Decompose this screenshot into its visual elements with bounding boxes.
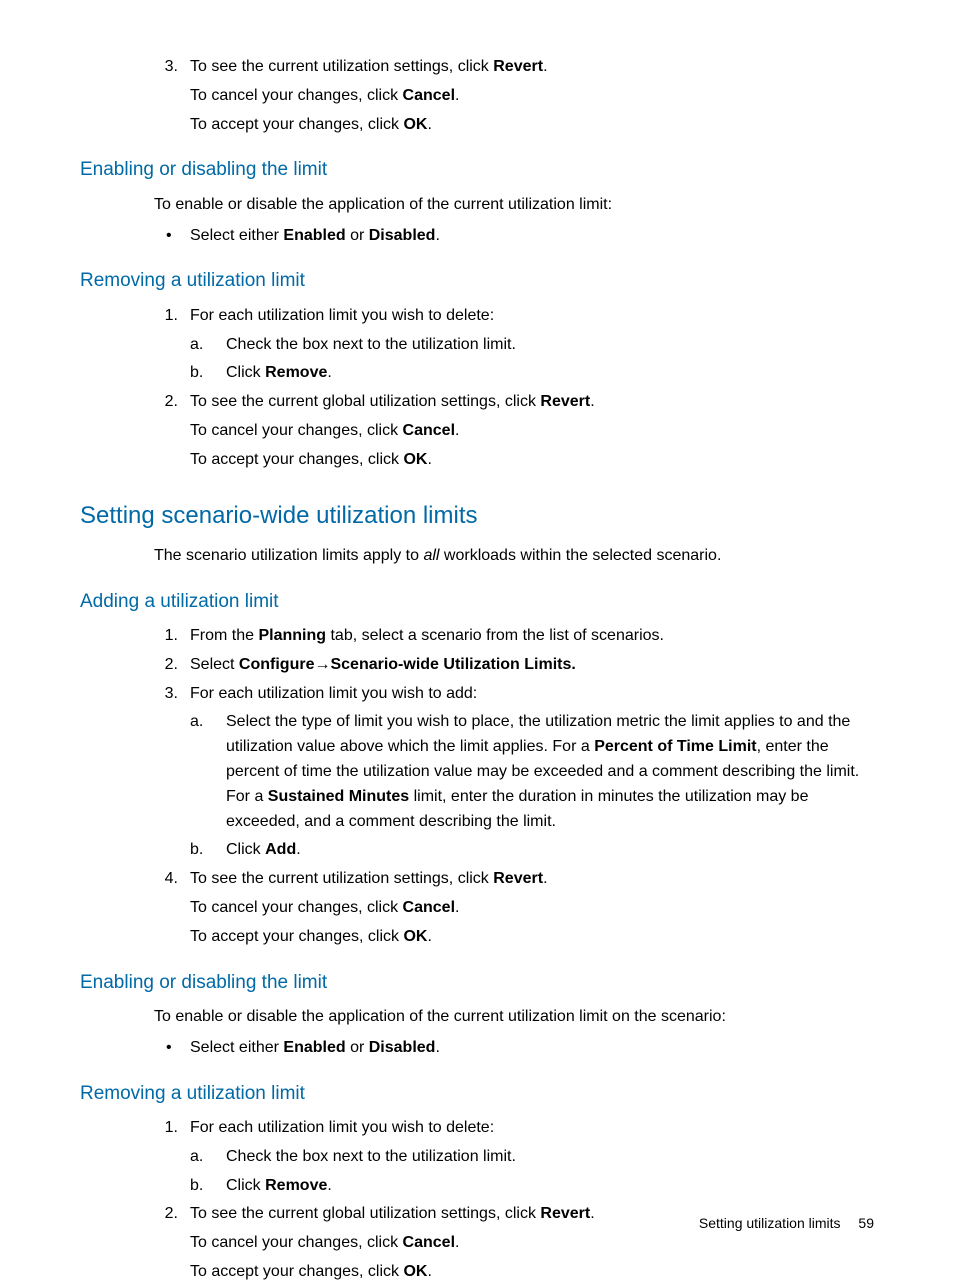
step-text: For each utilization limit you wish to d…	[190, 307, 494, 324]
substep-list: Check the box next to the utilization li…	[190, 333, 874, 387]
step-item-1: 1. For each utilization limit you wish t…	[154, 304, 874, 386]
footer-title: Setting utilization limits	[699, 1215, 841, 1231]
step-subline: To cancel your changes, click Cancel.	[190, 1231, 874, 1256]
page-content: 3. To see the current utilization settin…	[80, 55, 874, 1285]
page-footer: Setting utilization limits 59	[699, 1215, 874, 1231]
step-subline: To cancel your changes, click Cancel.	[190, 419, 874, 444]
step-item-1: 1. From the Planning tab, select a scena…	[154, 624, 874, 649]
substep-b: Click Add.	[190, 838, 874, 863]
step-marker: 2.	[154, 653, 178, 678]
step-item-2: 2. To see the current global utilization…	[154, 390, 874, 472]
step-text: To see the current utilization settings,…	[190, 870, 548, 887]
heading-scenario: Setting scenario-wide utilization limits	[80, 497, 874, 534]
step-text: To see the current global utilization se…	[190, 393, 595, 410]
step-text: For each utilization limit you wish to d…	[190, 1119, 494, 1136]
intro-text: To enable or disable the application of …	[154, 1005, 874, 1030]
step-marker: 1.	[154, 624, 178, 649]
heading-removing-2: Removing a utilization limit	[80, 1079, 874, 1108]
step-subline: To cancel your changes, click Cancel.	[190, 84, 874, 109]
step-item-2: 2. Select Configure→Scenario-wide Utiliz…	[154, 653, 874, 678]
step-list-remove-1: 1. For each utilization limit you wish t…	[154, 304, 874, 473]
step-marker: 2.	[154, 390, 178, 415]
heading-enabling-1: Enabling or disabling the limit	[80, 155, 874, 184]
step-item-1: 1. For each utilization limit you wish t…	[154, 1116, 874, 1198]
heading-enabling-2: Enabling or disabling the limit	[80, 968, 874, 997]
heading-adding: Adding a utilization limit	[80, 587, 874, 616]
document-page: 3. To see the current utilization settin…	[0, 0, 954, 1271]
step-marker: 3.	[154, 682, 178, 707]
substep-a: Select the type of limit you wish to pla…	[190, 710, 874, 834]
step-subline: To cancel your changes, click Cancel.	[190, 896, 874, 921]
step-list-top: 3. To see the current utilization settin…	[154, 55, 874, 137]
bullet-list: Select either Enabled or Disabled.	[154, 224, 874, 249]
bullet-item: Select either Enabled or Disabled.	[154, 224, 874, 249]
step-list-adding: 1. From the Planning tab, select a scena…	[154, 624, 874, 950]
step-item-3: 3. For each utilization limit you wish t…	[154, 682, 874, 864]
heading-removing-1: Removing a utilization limit	[80, 266, 874, 295]
bullet-item: Select either Enabled or Disabled.	[154, 1036, 874, 1061]
substep-a: Check the box next to the utilization li…	[190, 1145, 874, 1170]
step-text: To see the current global utilization se…	[190, 1205, 595, 1222]
substep-a: Check the box next to the utilization li…	[190, 333, 874, 358]
intro-text: The scenario utilization limits apply to…	[154, 544, 874, 569]
substep-list: Check the box next to the utilization li…	[190, 1145, 874, 1199]
step-text: For each utilization limit you wish to a…	[190, 685, 477, 702]
step-marker: 2.	[154, 1202, 178, 1227]
step-list-remove-2: 1. For each utilization limit you wish t…	[154, 1116, 874, 1285]
step-text: From the Planning tab, select a scenario…	[190, 627, 664, 644]
step-marker: 4.	[154, 867, 178, 892]
substep-b: Click Remove.	[190, 1174, 874, 1199]
step-marker: 3.	[154, 55, 178, 80]
substep-list: Select the type of limit you wish to pla…	[190, 710, 874, 863]
step-subline: To accept your changes, click OK.	[190, 925, 874, 950]
step-marker: 1.	[154, 304, 178, 329]
step-subline: To accept your changes, click OK.	[190, 113, 874, 138]
bullet-list: Select either Enabled or Disabled.	[154, 1036, 874, 1061]
substep-b: Click Remove.	[190, 361, 874, 386]
page-number: 59	[858, 1215, 874, 1231]
step-item-3: 3. To see the current utilization settin…	[154, 55, 874, 137]
step-subline: To accept your changes, click OK.	[190, 448, 874, 473]
step-text: Select Configure→Scenario-wide Utilizati…	[190, 656, 576, 673]
step-marker: 1.	[154, 1116, 178, 1141]
step-subline: To accept your changes, click OK.	[190, 1260, 874, 1285]
intro-text: To enable or disable the application of …	[154, 193, 874, 218]
step-text: To see the current utilization settings,…	[190, 58, 548, 75]
step-item-4: 4. To see the current utilization settin…	[154, 867, 874, 949]
